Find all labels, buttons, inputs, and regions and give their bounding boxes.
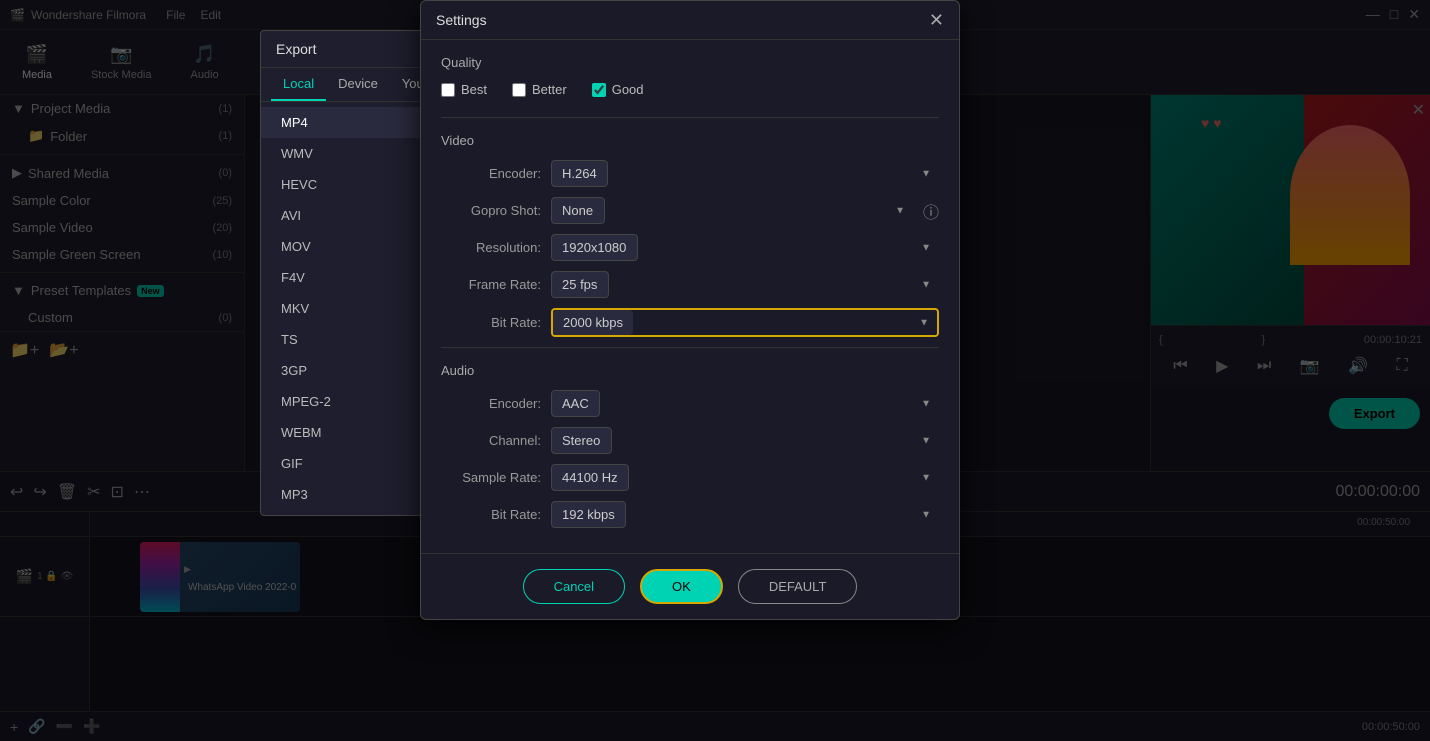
encoder-row: Encoder: H.264 — [441, 160, 939, 187]
quality-best-checkbox[interactable] — [441, 83, 455, 97]
gopro-label: Gopro Shot: — [441, 203, 541, 218]
frame-rate-label: Frame Rate: — [441, 277, 541, 292]
quality-best-label: Best — [461, 82, 487, 97]
ok-button[interactable]: OK — [640, 569, 723, 604]
audio-bit-rate-select[interactable]: 192 kbps — [551, 501, 626, 528]
bit-rate-select-wrapper: 2000 kbps — [551, 308, 939, 337]
sample-rate-select[interactable]: 44100 Hz — [551, 464, 629, 491]
audio-encoder-select-wrapper: AAC — [551, 390, 939, 417]
audio-bit-rate-select-wrapper: 192 kbps — [551, 501, 939, 528]
quality-row: Best Better Good — [441, 82, 939, 97]
audio-section-title: Audio — [441, 363, 939, 378]
frame-rate-select-wrapper: 25 fps — [551, 271, 939, 298]
gopro-select-wrapper: None — [551, 197, 913, 224]
settings-dialog: Settings ✕ Quality Best Better Good — [420, 0, 960, 620]
audio-encoder-row: Encoder: AAC — [441, 390, 939, 417]
gopro-row: Gopro Shot: None ⓘ — [441, 197, 939, 224]
channel-select-wrapper: Stereo — [551, 427, 939, 454]
default-button[interactable]: DEFAULT — [738, 569, 858, 604]
encoder-select[interactable]: H.264 — [551, 160, 608, 187]
audio-bit-rate-label: Bit Rate: — [441, 507, 541, 522]
dialog-title: Settings — [436, 12, 487, 28]
frame-rate-select[interactable]: 25 fps — [551, 271, 609, 298]
bit-rate-label: Bit Rate: — [441, 315, 541, 330]
bit-rate-select[interactable]: 2000 kbps — [553, 310, 633, 335]
channel-select[interactable]: Stereo — [551, 427, 612, 454]
sample-rate-label: Sample Rate: — [441, 470, 541, 485]
quality-better-label: Better — [532, 82, 567, 97]
channel-label: Channel: — [441, 433, 541, 448]
quality-section-title: Quality — [441, 55, 939, 70]
quality-best[interactable]: Best — [441, 82, 487, 97]
resolution-label: Resolution: — [441, 240, 541, 255]
dialog-body: Quality Best Better Good Video — [421, 40, 959, 553]
resolution-select-wrapper: 1920x1080 — [551, 234, 939, 261]
video-section-title: Video — [441, 133, 939, 148]
audio-encoder-label: Encoder: — [441, 396, 541, 411]
gopro-select[interactable]: None — [551, 197, 605, 224]
audio-bit-rate-row: Bit Rate: 192 kbps — [441, 501, 939, 528]
dialog-header: Settings ✕ — [421, 1, 959, 40]
dialog-footer: Cancel OK DEFAULT — [421, 553, 959, 619]
cancel-button[interactable]: Cancel — [523, 569, 625, 604]
encoder-label: Encoder: — [441, 166, 541, 181]
export-tab-local[interactable]: Local — [271, 68, 326, 101]
quality-better-checkbox[interactable] — [512, 83, 526, 97]
resolution-select[interactable]: 1920x1080 — [551, 234, 638, 261]
bit-rate-row: Bit Rate: 2000 kbps — [441, 308, 939, 337]
sample-rate-row: Sample Rate: 44100 Hz — [441, 464, 939, 491]
overlay: Export Local Device You... MP4 WMV HEVC … — [0, 0, 1430, 741]
export-panel-title: Export — [276, 41, 316, 57]
quality-better[interactable]: Better — [512, 82, 567, 97]
frame-rate-row: Frame Rate: 25 fps — [441, 271, 939, 298]
divider-quality-video — [441, 117, 939, 118]
resolution-row: Resolution: 1920x1080 — [441, 234, 939, 261]
quality-good-label: Good — [612, 82, 644, 97]
sample-rate-select-wrapper: 44100 Hz — [551, 464, 939, 491]
divider-video-audio — [441, 347, 939, 348]
channel-row: Channel: Stereo — [441, 427, 939, 454]
export-tab-device[interactable]: Device — [326, 68, 390, 101]
dialog-close-icon[interactable]: ✕ — [929, 11, 944, 29]
audio-encoder-select[interactable]: AAC — [551, 390, 600, 417]
quality-good[interactable]: Good — [592, 82, 644, 97]
encoder-select-wrapper: H.264 — [551, 160, 939, 187]
quality-good-checkbox[interactable] — [592, 83, 606, 97]
gopro-info-icon[interactable]: ⓘ — [923, 199, 939, 223]
